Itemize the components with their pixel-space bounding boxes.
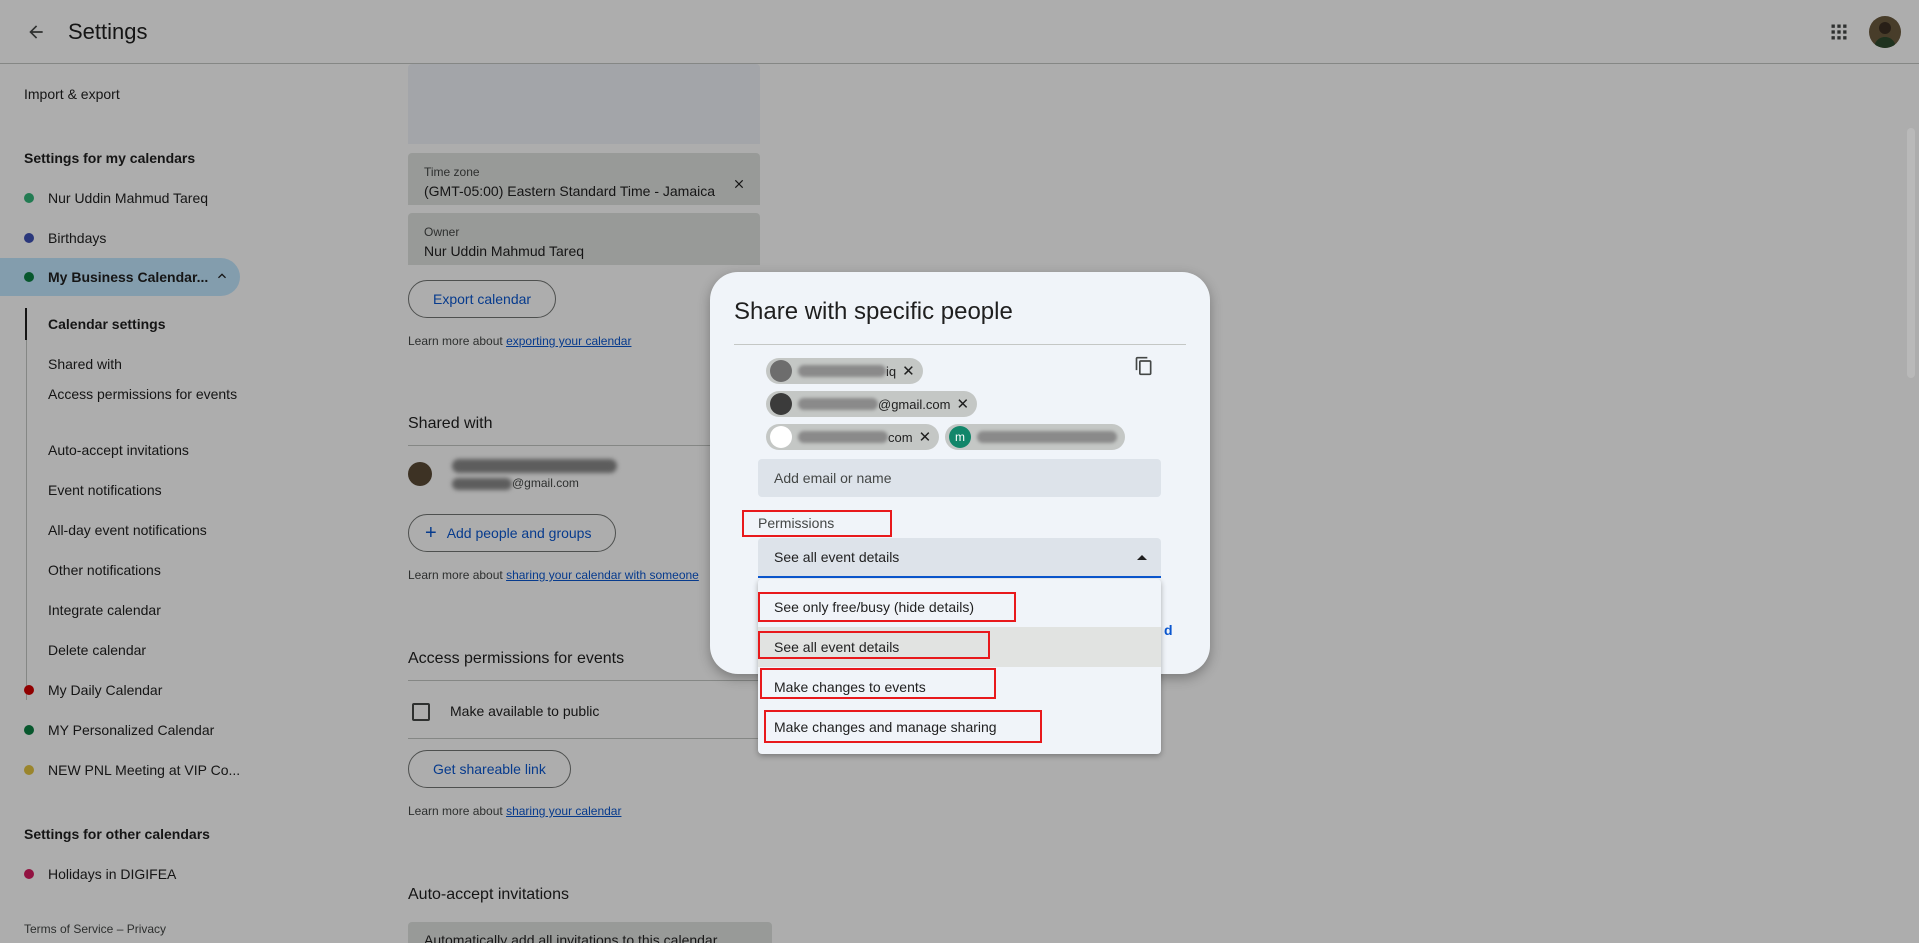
chip-text: iq bbox=[886, 363, 897, 379]
close-icon[interactable]: ✕ bbox=[919, 428, 932, 446]
redacted-name bbox=[798, 365, 886, 377]
close-icon[interactable]: ✕ bbox=[902, 362, 915, 380]
copy-icon[interactable] bbox=[1134, 356, 1154, 376]
invitee-chip[interactable]: @gmail.com ✕ bbox=[766, 391, 978, 417]
dialog-divider bbox=[734, 344, 1186, 345]
caret-up-icon bbox=[1137, 555, 1147, 560]
chip-avatar bbox=[770, 360, 792, 382]
dialog-title: Share with specific people bbox=[734, 298, 1013, 325]
permissions-select[interactable]: See all event details bbox=[758, 538, 1161, 578]
settings-page: Settings Import & export Settings for my… bbox=[0, 0, 1919, 943]
redacted-name bbox=[798, 431, 888, 443]
invitee-chip[interactable]: com ✕ bbox=[766, 424, 940, 450]
chip-avatar-initial: m bbox=[949, 426, 971, 448]
chip-avatar bbox=[770, 426, 792, 448]
page-scrollbar[interactable] bbox=[1907, 128, 1915, 378]
highlight-box-make-changes bbox=[760, 668, 996, 699]
add-email-input[interactable] bbox=[758, 459, 1161, 497]
chip-text: @gmail.com bbox=[878, 396, 951, 412]
highlight-box-free-busy bbox=[758, 592, 1016, 622]
highlight-box-manage-sharing bbox=[764, 710, 1042, 743]
dialog-action-link[interactable]: d bbox=[1164, 622, 1173, 638]
invitee-chip[interactable]: m bbox=[945, 424, 1125, 450]
redacted-name bbox=[798, 398, 878, 410]
permissions-selected-value: See all event details bbox=[774, 549, 900, 565]
invitee-chip[interactable]: iq ✕ bbox=[766, 358, 923, 384]
redacted-name bbox=[977, 431, 1117, 443]
highlight-box-permissions bbox=[742, 510, 892, 537]
chip-avatar bbox=[770, 393, 792, 415]
close-icon[interactable]: ✕ bbox=[956, 395, 969, 413]
highlight-box-all-details bbox=[758, 631, 990, 659]
chip-text: com bbox=[888, 429, 913, 445]
